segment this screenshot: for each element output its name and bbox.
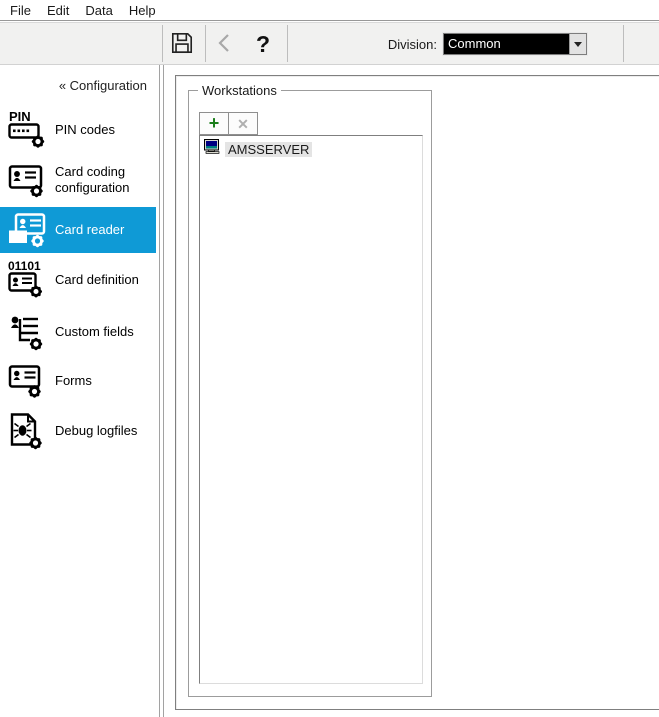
menu-item-help[interactable]: Help (121, 1, 164, 20)
sidebar-divider (159, 65, 164, 717)
sidebar-item-custom-fields[interactable]: Custom fields (0, 308, 156, 356)
division-label: Division: (387, 37, 437, 52)
menu-bar: File Edit Data Help (0, 0, 659, 20)
division-select[interactable]: Common (443, 33, 587, 55)
back-button[interactable] (210, 29, 240, 59)
combobox-dropdown-button[interactable] (569, 34, 586, 54)
toolbar-separator (287, 25, 288, 62)
division-selected-value: Common (448, 36, 501, 51)
workstations-toolbar: + ✕ (199, 112, 258, 135)
menu-item-edit[interactable]: Edit (39, 1, 77, 20)
help-button[interactable]: ? (248, 29, 278, 59)
sidebar-item-label: Forms (55, 373, 92, 389)
workstation-computer-icon (204, 139, 221, 159)
card-coding-configuration-icon (8, 160, 48, 200)
debug-logfiles-icon (8, 411, 48, 451)
sidebar-item-card-definition[interactable]: 01101 Card definition (0, 256, 156, 304)
chevron-down-icon (574, 41, 582, 47)
sidebar: « Configuration PIN PIN codes Card coding … (0, 65, 160, 717)
help-question-icon: ? (255, 30, 271, 57)
toolbar-separator (205, 25, 206, 62)
sidebar-header-configuration[interactable]: « Configuration (0, 78, 160, 93)
delete-x-icon: ✕ (237, 115, 249, 132)
delete-workstation-button[interactable]: ✕ (228, 112, 258, 135)
sidebar-item-label: Card reader (55, 222, 125, 238)
add-workstation-button[interactable]: + (199, 112, 229, 135)
sidebar-item-pin-codes[interactable]: PIN PIN codes (0, 106, 156, 154)
svg-text:01101: 01101 (8, 260, 41, 273)
save-button[interactable] (167, 29, 197, 59)
sidebar-item-label: Custom fields (55, 324, 134, 340)
card-definition-icon: 01101 (8, 260, 48, 300)
pin-codes-icon: PIN (8, 110, 48, 150)
app-window: File Edit Data Help ? Division: Common «… (0, 0, 659, 717)
chevron-left-icon (213, 31, 237, 58)
toolbar-separator (623, 25, 624, 62)
plus-icon: + (208, 112, 220, 133)
menu-item-file[interactable]: File (2, 1, 39, 20)
sidebar-item-label: Card coding configuration (55, 164, 130, 195)
custom-fields-icon (8, 312, 48, 352)
toolbar: ? Division: Common (0, 23, 659, 65)
sidebar-item-label: Card definition (55, 272, 139, 288)
workstation-list-item[interactable]: AMSSERVER (200, 136, 422, 160)
toolbar-separator (162, 25, 163, 62)
menu-item-data[interactable]: Data (77, 1, 120, 20)
card-reader-icon (8, 210, 48, 250)
save-floppy-icon (169, 30, 195, 59)
sidebar-item-debug-logfiles[interactable]: Debug logfiles (0, 407, 156, 455)
sidebar-item-card-coding-configuration[interactable]: Card coding configuration (0, 156, 156, 204)
sidebar-item-label: Debug logfiles (55, 423, 138, 439)
workstations-groupbox-title: Workstations (198, 83, 281, 98)
sidebar-item-label: PIN codes (55, 122, 115, 138)
svg-text:PIN: PIN (9, 110, 31, 124)
forms-icon (8, 361, 48, 401)
workstation-name: AMSSERVER (225, 141, 313, 157)
sidebar-item-forms[interactable]: Forms (0, 357, 156, 405)
workstations-listbox[interactable]: AMSSERVER (199, 135, 423, 684)
sidebar-item-card-reader[interactable]: Card reader (0, 207, 156, 253)
